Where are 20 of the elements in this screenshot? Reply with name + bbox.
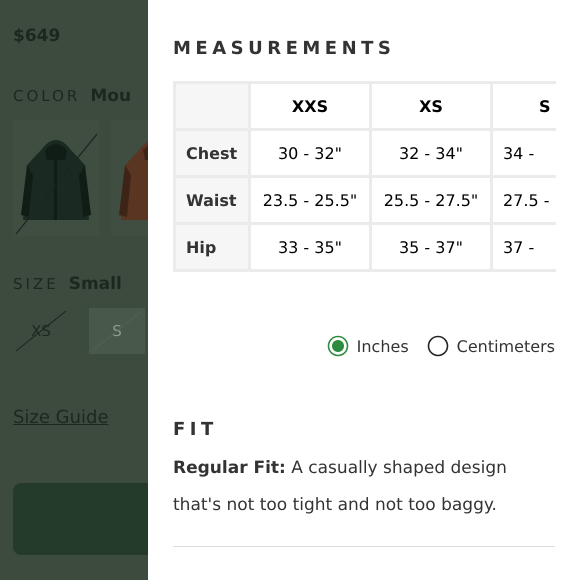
table-cell: 35 - 37": [370, 224, 492, 270]
size-option[interactable]: S: [89, 308, 145, 354]
row-header: Chest: [174, 130, 250, 176]
fit-description: Regular Fit: A casually shaped design that's not too tight and not too baggy.: [173, 457, 508, 517]
row-header: Hip: [174, 224, 250, 270]
add-to-cart-button[interactable]: [13, 483, 148, 555]
strike-line: [15, 310, 67, 352]
section-title: MEASUREMENTS: [173, 38, 396, 59]
section-title: FIT: [173, 419, 219, 440]
row-header: Waist: [174, 176, 250, 224]
table-cell: 30 - 32": [250, 130, 370, 176]
unit-radio[interactable]: Inches: [326, 335, 409, 357]
table-cell: 25.5 - 27.5": [370, 176, 492, 224]
table-cell: 33 - 35": [250, 224, 370, 270]
table-cell: 32 - 34": [370, 130, 492, 176]
column-header: S: [492, 82, 556, 130]
table-cell: 23.5 - 25.5": [250, 176, 370, 224]
column-header: XS: [370, 82, 492, 130]
column-header: XXS: [250, 82, 370, 130]
unit-radio[interactable]: Centimeters: [426, 335, 555, 357]
